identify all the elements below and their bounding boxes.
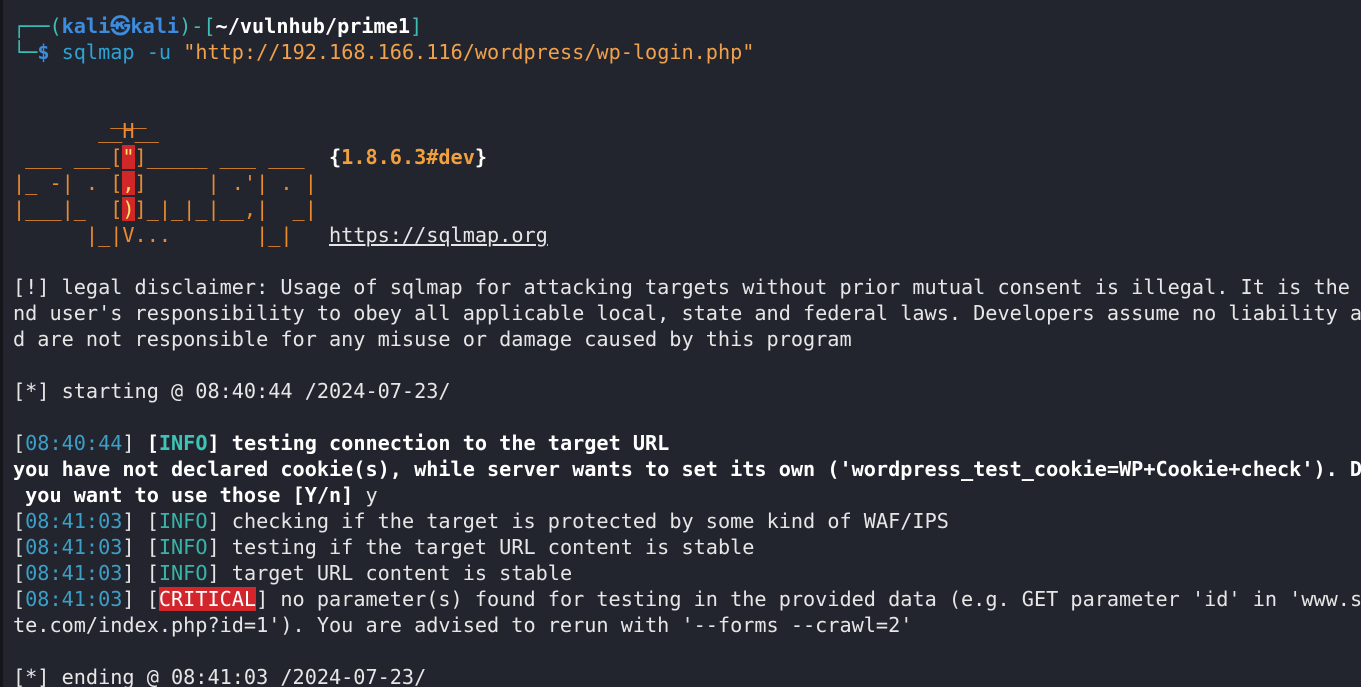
cookie-question-text: you want to use those [Y/n] — [13, 483, 366, 507]
prompt-bracket: ] — [410, 14, 423, 38]
banner-row: ___ ___["]_____ ___ ___ {1.8.6.3#dev} — [13, 144, 487, 170]
banner-row: |_ -| . [,] | .'| . | — [13, 170, 317, 196]
prompt-dollar: $ — [37, 40, 50, 64]
cookie-question[interactable]: you want to use those [Y/n] y — [13, 482, 378, 508]
log-message: checking if the target is protected by s… — [231, 509, 949, 533]
command-argument: "http://192.168.166.116/wordpress/wp-log… — [183, 40, 755, 64]
command-name: sqlmap — [61, 40, 135, 64]
disclaimer-line: [!] legal disclaimer: Usage of sqlmap fo… — [13, 275, 1361, 299]
prompt-user: kali — [61, 14, 111, 38]
cookie-answer: y — [365, 483, 378, 507]
banner-text: ___ ___[ — [13, 145, 123, 169]
log-time: 08:41:03 — [25, 509, 123, 533]
prompt-corner: └─ — [13, 40, 38, 64]
log-message: target URL content is stable — [231, 561, 573, 585]
log-continuation: te.com/index.php?id=1'). You are advised… — [13, 613, 913, 637]
banner-version: {1.8.6.3#dev} — [329, 145, 488, 169]
log-line: [08:41:03] [INFO] testing if the target … — [13, 535, 755, 559]
starting-line: [*] starting @ 08:40:44 /2024-07-23/ — [13, 379, 451, 403]
banner-needle: " — [122, 145, 135, 169]
log-level: INFO — [158, 431, 208, 455]
version-brace: } — [474, 145, 488, 169]
prompt-paren: ( — [49, 14, 62, 38]
banner-text: |_|V... |_| — [13, 223, 330, 247]
log-line: [08:41:03] [CRITICAL] no parameter(s) fo… — [13, 586, 1361, 612]
banner-text: |___|_ [ — [13, 197, 123, 221]
log-line: [08:40:44] [INFO] testing connection to … — [13, 431, 670, 455]
log-time: 08:40:44 — [25, 431, 123, 455]
banner-text: ]_____ ___ ___ — [134, 145, 330, 169]
prompt-host: kali — [130, 14, 180, 38]
prompt-corner: ┌── — [13, 14, 50, 38]
log-message: no parameter(s) found for testing in the… — [280, 587, 1361, 611]
banner-text: |_ -| . [ — [13, 171, 123, 195]
log-level: INFO — [158, 535, 208, 559]
terminal-window[interactable]: ┌──(kali㉿kali)-[~/vulnhub/prime1] └─$ sq… — [0, 0, 1361, 687]
window-edge — [0, 0, 3, 687]
log-level-critical: CRITICAL — [158, 587, 257, 611]
log-level: INFO — [158, 509, 208, 533]
prompt-path: ~/vulnhub/prime1 — [215, 14, 411, 38]
banner-needle: , — [122, 171, 135, 195]
log-time: 08:41:03 — [25, 587, 123, 611]
log-level: INFO — [158, 561, 208, 585]
disclaimer-line: nd user's responsibility to obey all app… — [13, 301, 1361, 325]
banner-row: __H__ — [13, 118, 159, 144]
cookie-question: you have not declared cookie(s), while s… — [13, 457, 1361, 481]
banner-text: __H__ — [13, 119, 159, 143]
sqlmap-website-link[interactable]: https://sqlmap.org — [329, 223, 548, 247]
log-time: 08:41:03 — [25, 535, 123, 559]
prompt-at-icon: ㉿ — [110, 14, 131, 38]
banner-row: |_|V... |_| https://sqlmap.org — [13, 222, 548, 248]
prompt-paren: ) — [179, 14, 192, 38]
banner-needle: ) — [122, 197, 135, 221]
prompt-line: ┌──(kali㉿kali)-[~/vulnhub/prime1] — [13, 13, 422, 39]
prompt-bracket: [ — [203, 14, 216, 38]
command-flag: -u — [146, 40, 172, 64]
log-line: [08:41:03] [INFO] target URL content is … — [13, 561, 573, 585]
log-message: testing if the target URL content is sta… — [231, 535, 755, 559]
log-time: 08:41:03 — [25, 561, 123, 585]
log-line: [08:41:03] [INFO] checking if the target… — [13, 509, 949, 533]
disclaimer-line: d are not responsible for any misuse or … — [13, 327, 852, 351]
log-message: testing connection to the target URL — [231, 431, 670, 455]
command-line[interactable]: └─$ sqlmap -u "http://192.168.166.116/wo… — [13, 39, 754, 65]
prompt-dash: - — [191, 14, 204, 38]
banner-row: |___|_ [)]_|_|_|__,| _| — [13, 196, 317, 222]
banner-text: ] | .'| . | — [134, 171, 317, 195]
version-text: 1.8.6.3#dev — [341, 145, 475, 169]
ending-line: [*] ending @ 08:41:03 /2024-07-23/ — [13, 665, 427, 687]
banner-text: ]_|_|_|__,| _| — [134, 197, 317, 221]
